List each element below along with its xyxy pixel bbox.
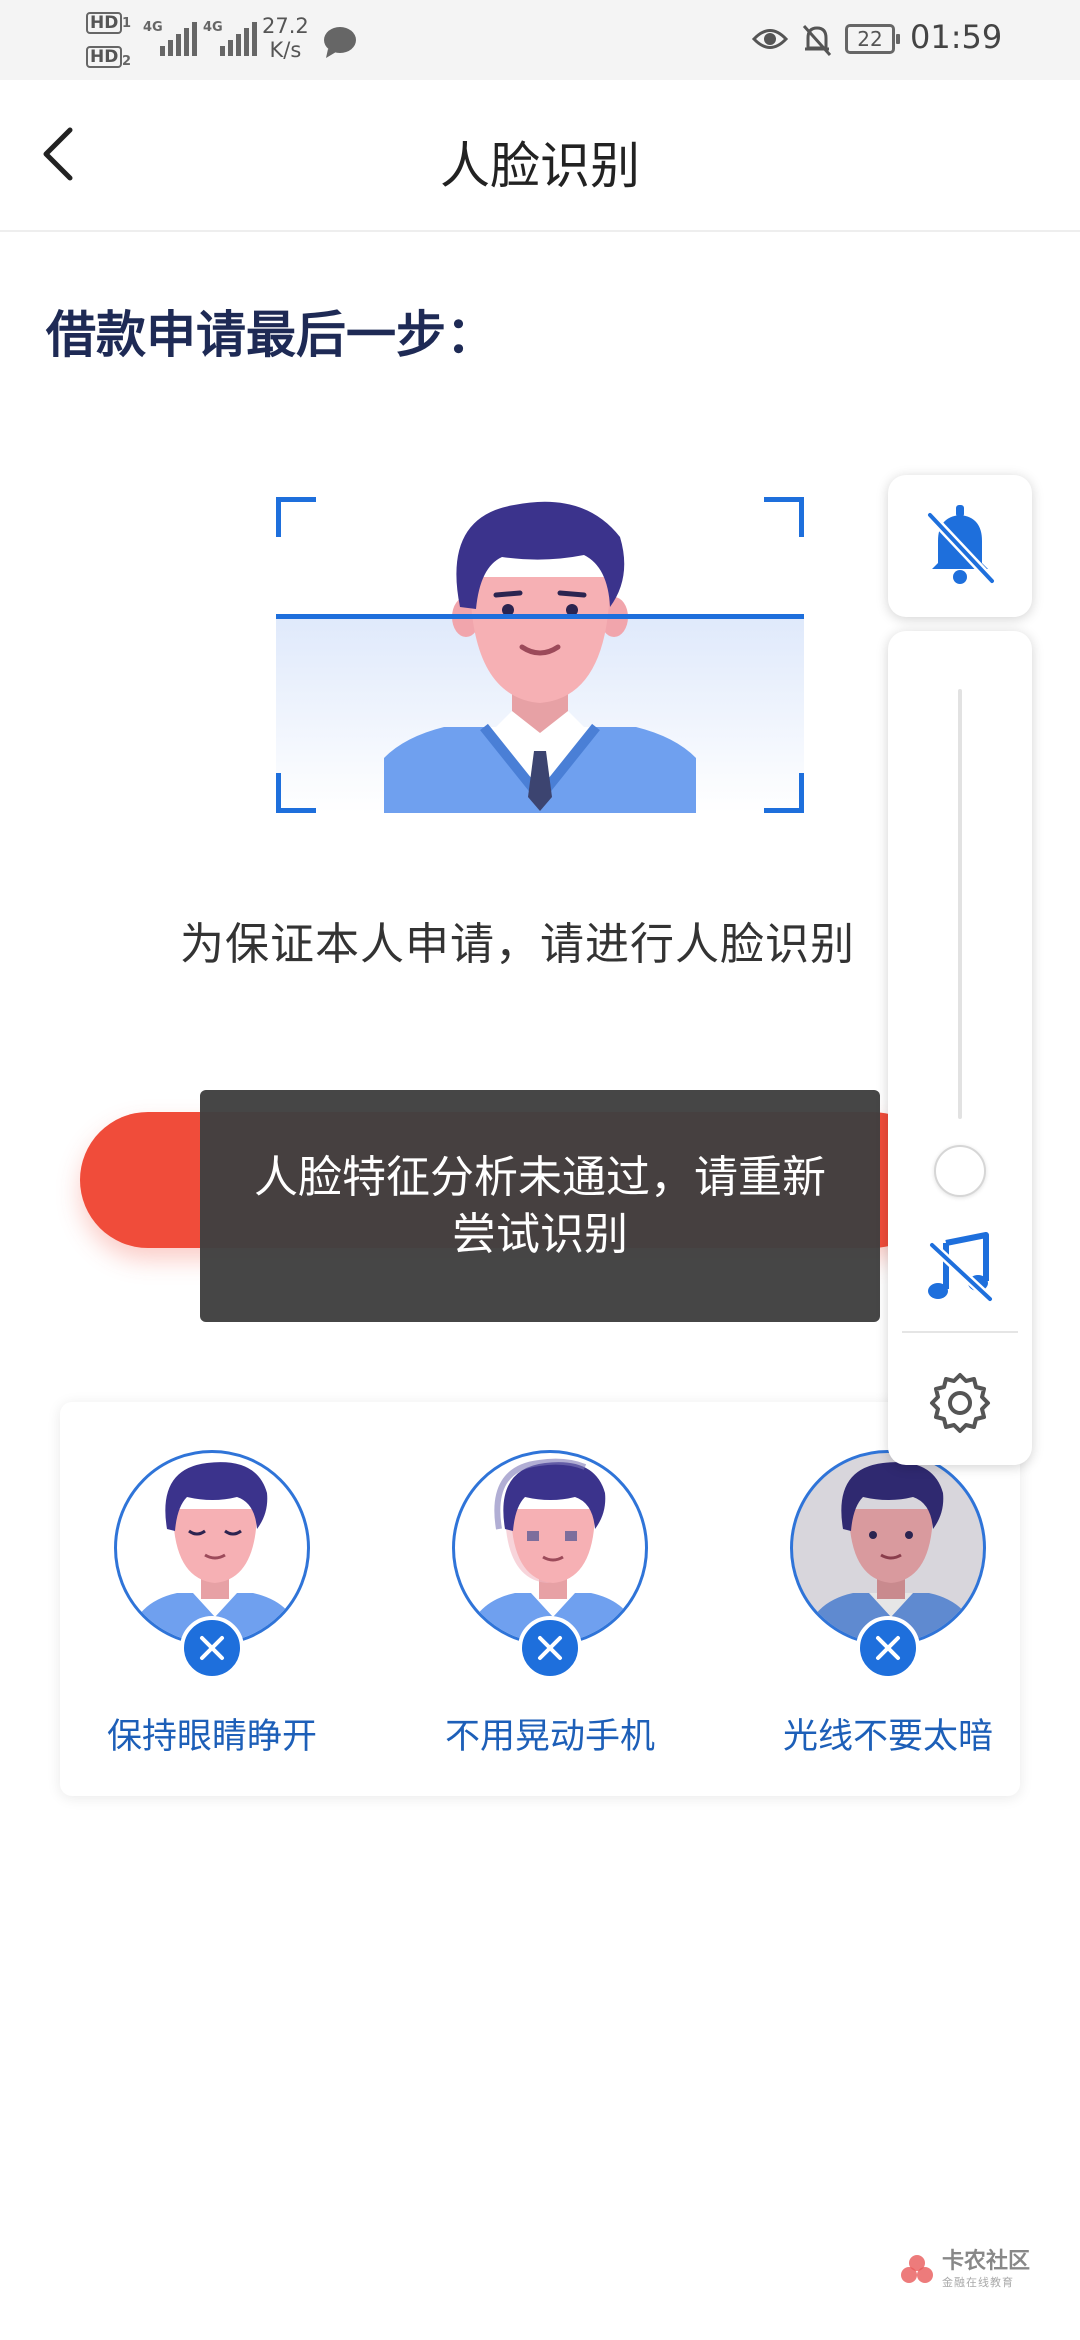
network-speed-unit: K/s bbox=[269, 38, 302, 62]
toast-message: 人脸特征分析未通过，请重新尝试识别 bbox=[254, 1152, 826, 1260]
float-mute-button[interactable] bbox=[888, 475, 1032, 617]
signal-strength-icon bbox=[160, 22, 197, 56]
panel-divider bbox=[902, 1331, 1018, 1333]
chat-bubble-icon bbox=[324, 27, 356, 58]
page-title: 人脸识别 bbox=[440, 137, 640, 195]
scan-corner bbox=[276, 773, 316, 813]
tip-item: 保持眼睛睁开 bbox=[82, 1450, 322, 1760]
hd-badge-2: HD bbox=[86, 46, 123, 68]
close-x-icon bbox=[180, 1616, 244, 1680]
signal-strength-icon-2 bbox=[220, 22, 257, 56]
volume-panel bbox=[888, 631, 1032, 1465]
section-title: 借款申请最后一步： bbox=[46, 306, 496, 364]
eye-icon bbox=[752, 29, 788, 49]
tip-item: 光线不要太暗 bbox=[758, 1450, 998, 1760]
volume-slider-track[interactable] bbox=[958, 689, 962, 1119]
watermark-name: 卡农社区 bbox=[942, 2249, 1031, 2274]
error-toast: 人脸特征分析未通过，请重新尝试识别 bbox=[200, 1090, 880, 1322]
tip-label: 光线不要太暗 bbox=[782, 1717, 993, 1757]
watermark-logo-icon bbox=[901, 2255, 933, 2283]
close-x-icon bbox=[518, 1616, 582, 1680]
tip-label: 保持眼睛睁开 bbox=[106, 1717, 317, 1757]
person-illustration bbox=[384, 501, 696, 813]
close-x-icon bbox=[856, 1616, 920, 1680]
network-speed-value: 27.2 bbox=[262, 14, 309, 38]
scan-corner bbox=[276, 497, 316, 537]
tips-card: 保持眼睛睁开 不用晃动手机 光线不要太暗 bbox=[60, 1402, 1020, 1796]
scan-corner bbox=[764, 497, 804, 537]
music-off-icon[interactable] bbox=[924, 1231, 996, 1303]
instruction-text: 为保证本人申请，请进行人脸识别 bbox=[0, 908, 900, 972]
watermark-subtitle: 金融在线教育 bbox=[942, 2276, 1014, 2289]
scan-corner bbox=[764, 773, 804, 813]
battery-indicator: 22 bbox=[845, 24, 900, 54]
tip-item: 不用晃动手机 bbox=[420, 1450, 660, 1760]
clock: 01:59 bbox=[910, 18, 1003, 56]
sim-2-index: 2 bbox=[122, 54, 132, 69]
community-watermark: 卡农社区 金融在线教育 bbox=[900, 2250, 1030, 2290]
tip-label: 不用晃动手机 bbox=[444, 1717, 655, 1757]
instruction-label: 为保证本人申请，请进行人脸识别 bbox=[180, 919, 855, 970]
gear-icon[interactable] bbox=[928, 1371, 992, 1435]
hd-badge-1: HD bbox=[86, 12, 123, 34]
scan-line bbox=[276, 614, 804, 619]
notifications-off-icon bbox=[802, 24, 832, 57]
network-speed: 27.2 K/s bbox=[262, 14, 309, 62]
volume-slider-thumb[interactable] bbox=[934, 1145, 986, 1197]
status-bar: HD 1 HD 2 4G 4G 27.2 K/s 22 01:59 bbox=[0, 0, 1080, 80]
app-header: 人脸识别 bbox=[0, 80, 1080, 232]
bell-off-icon bbox=[926, 505, 996, 585]
sim-1-index: 1 bbox=[122, 16, 132, 31]
face-scan-frame bbox=[276, 497, 804, 813]
